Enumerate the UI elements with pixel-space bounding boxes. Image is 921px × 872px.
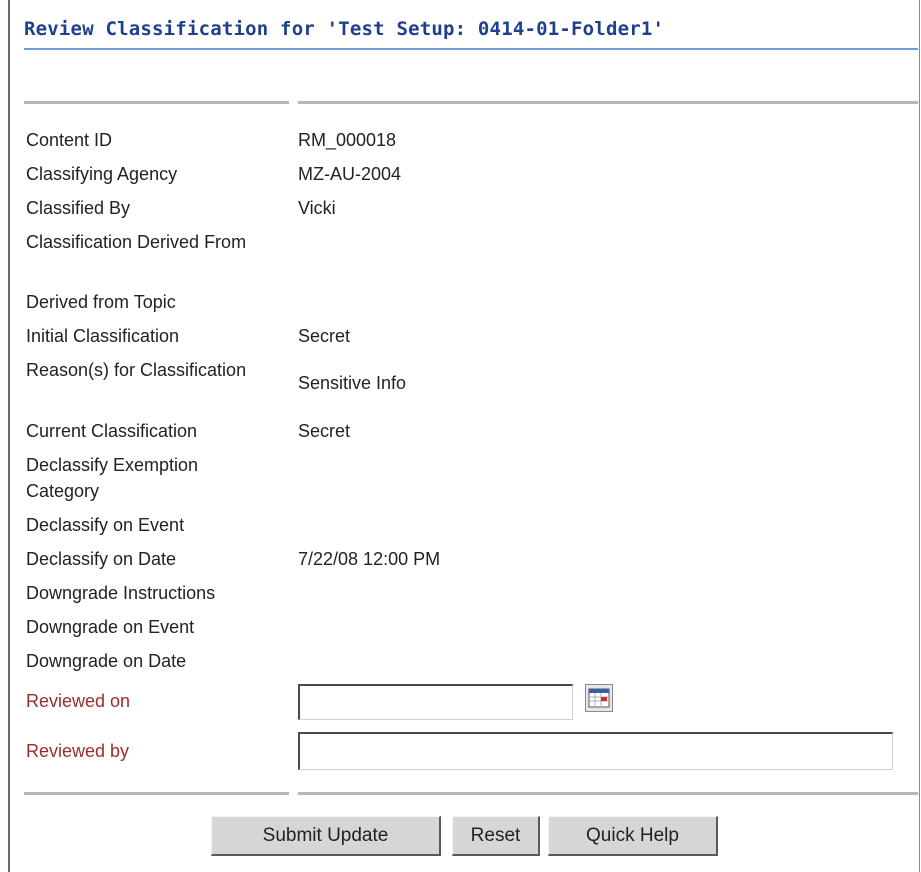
title-divider	[24, 48, 918, 50]
field-value: Sensitive Info	[298, 373, 407, 393]
footer-divider-right	[298, 792, 918, 795]
reviewed-by-label: Reviewed by	[26, 741, 130, 761]
field-label: Classified By	[26, 198, 131, 218]
field-value: Vicki	[298, 198, 336, 218]
field-label: Declassify on Date	[26, 549, 177, 569]
field-label: Downgrade on Date	[26, 651, 187, 671]
button-bar: Submit Update Reset Quick Help	[0, 816, 921, 860]
submit-update-button[interactable]: Submit Update	[211, 816, 441, 856]
reviewed-on-input[interactable]	[298, 684, 573, 720]
field-value: MZ-AU-2004	[298, 164, 402, 184]
calendar-icon[interactable]	[585, 684, 613, 712]
field-label: Content ID	[26, 130, 113, 150]
field-label: Declassify Exemption Category	[26, 455, 199, 501]
page-title: Review Classification for 'Test Setup: 0…	[24, 18, 665, 40]
quick-help-button[interactable]: Quick Help	[548, 816, 718, 856]
footer-divider-left	[24, 792, 289, 795]
field-value: Secret	[298, 326, 351, 346]
field-label: Classification Derived From	[26, 232, 247, 252]
field-value: Secret	[298, 421, 351, 441]
field-value: RM_000018	[298, 130, 397, 150]
field-label: Reason(s) for Classification	[26, 360, 247, 380]
field-label: Derived from Topic	[26, 292, 176, 312]
reviewed-by-input[interactable]	[298, 732, 893, 770]
reviewed-on-label: Reviewed on	[26, 691, 131, 711]
section-divider-left	[24, 101, 289, 104]
field-label: Initial Classification	[26, 326, 180, 346]
field-label: Classifying Agency	[26, 164, 178, 184]
field-label: Declassify on Event	[26, 515, 185, 535]
reset-button[interactable]: Reset	[452, 816, 540, 856]
field-label: Current Classification	[26, 421, 198, 441]
field-label: Downgrade Instructions	[26, 583, 216, 603]
field-value: 7/22/08 12:00 PM	[298, 549, 441, 569]
section-divider-right	[298, 101, 918, 104]
field-label: Downgrade on Event	[26, 617, 195, 637]
